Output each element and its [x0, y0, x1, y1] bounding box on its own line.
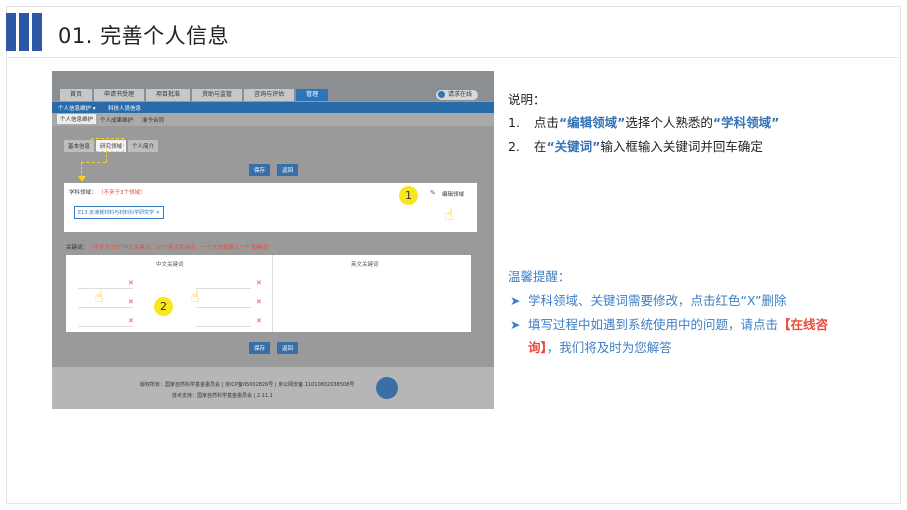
nav-tab-review[interactable]: 咨询与评估: [244, 89, 295, 101]
tab-profile[interactable]: 个人简介: [128, 140, 159, 152]
sub-nav-contract[interactable]: 准予合同: [142, 116, 164, 124]
online-consult-link[interactable]: 【在线咨: [778, 317, 828, 332]
tip-text: ，我们将及时为您解答: [546, 340, 672, 355]
subject-tag: E13.京津冀材料与材料科学研究学 ✕: [74, 206, 164, 219]
arrow-down-icon: [78, 176, 86, 182]
tip-item-2-cont: 询】，我们将及时为您解答: [528, 337, 672, 356]
hand-pointer-icon: ☝: [444, 205, 454, 224]
title-bars-decoration: [6, 13, 42, 51]
subject-tag-text: E13.京津冀材料与材料科学研究学: [78, 210, 155, 216]
note-text: 在: [533, 139, 547, 154]
screenshot-panel: 首页 申请书受理 项目批准 资助与监管 咨询与评估 管理 请求在线 个人信息维护…: [52, 71, 494, 409]
tip-text: 学科领域、关键词需要修改，点击红色“X”删除: [528, 293, 787, 308]
col-header-chinese: 中文关键词: [156, 262, 184, 268]
delete-x-icon[interactable]: ✕: [128, 317, 134, 325]
keyword-table: 中文关键词 英文关键词 ✕ ✕ ✕ ✕ ✕ ✕ ☝ ☝ 2: [66, 255, 471, 332]
note-number: 1.: [508, 115, 520, 130]
save-button-top[interactable]: 保存: [249, 164, 271, 176]
title-divider: [8, 57, 899, 58]
hand-pointer-icon: ☝: [190, 287, 200, 306]
keyword-input[interactable]: [196, 279, 251, 289]
nav-tab-funding[interactable]: 资助与监管: [192, 89, 243, 101]
arrow-right-icon: ➤: [510, 293, 521, 308]
notes-heading: 说明：: [508, 92, 546, 107]
delete-x-icon[interactable]: ✕: [128, 298, 134, 306]
column-divider: [272, 255, 273, 332]
keyword-input[interactable]: [196, 317, 251, 327]
note-highlight: “关键词”: [546, 139, 601, 154]
nav-tab-application[interactable]: 申请书受理: [94, 89, 145, 101]
online-consult-link[interactable]: 询】: [528, 340, 547, 355]
edit-domain-link[interactable]: 编辑领域: [442, 190, 464, 198]
return-button-top[interactable]: 返回: [277, 164, 299, 176]
subject-hint: （不多于3个领域）: [98, 190, 146, 196]
subject-label: 学科领域：: [69, 190, 97, 196]
note-highlight: “编辑领域”: [558, 115, 626, 130]
sub-bar: 个人信息维护 ▾ 科技人员信息: [52, 102, 494, 113]
online-help-button[interactable]: 请求在线: [435, 90, 478, 100]
keyword-input[interactable]: [196, 298, 251, 308]
sub-nav-personal-info[interactable]: 个人信息维护: [57, 114, 97, 124]
sub-nav-achievements[interactable]: 个人成果维护: [100, 116, 133, 124]
keyword-label: 关键词：: [66, 245, 89, 251]
tab-basic-info[interactable]: 基本信息: [64, 140, 95, 152]
hand-pointer-icon: ☝: [94, 287, 104, 306]
page-title: 01. 完善个人信息: [58, 24, 230, 48]
nav-tab-manage[interactable]: 管理: [296, 89, 329, 101]
col-header-english: 英文关键词: [351, 262, 379, 268]
delete-x-icon[interactable]: ✕: [256, 279, 262, 287]
note-item-2: 2. 在“关键词”输入框输入关键词并回车确定: [508, 136, 763, 155]
delete-x-icon[interactable]: ✕: [256, 298, 262, 306]
tip-item-1: ➤ 学科领域、关键词需要修改，点击红色“X”删除: [510, 290, 787, 309]
online-help-label: 请求在线: [447, 91, 472, 98]
tag-remove-icon[interactable]: ✕: [156, 210, 160, 216]
keyword-input[interactable]: [78, 279, 133, 289]
tips-heading: 温馨提醒：: [508, 269, 571, 284]
tip-text: 填写过程中如遇到系统使用中的问题，请点击: [528, 317, 779, 332]
sub-bar-item[interactable]: 科技人员信息: [108, 104, 141, 112]
step-marker-2: 2: [154, 297, 173, 316]
footer-logo: [376, 377, 398, 399]
note-text: 选择个人熟悉的: [625, 115, 713, 130]
delete-x-icon[interactable]: ✕: [128, 279, 134, 287]
dash-connector: [81, 162, 106, 163]
dash-connector: [106, 150, 107, 162]
save-button-bottom[interactable]: 保存: [249, 342, 271, 354]
nav-tab-approval[interactable]: 项目批准: [146, 89, 191, 101]
note-number: 2.: [508, 139, 520, 154]
footer-support: 技术支持：国家自然科学基金委员会 | 2.11.1: [172, 393, 273, 399]
arrow-right-icon: ➤: [510, 317, 521, 332]
keyword-input[interactable]: [78, 298, 133, 308]
pencil-icon[interactable]: ✎: [430, 189, 436, 197]
keyword-hint: （不多于20个中文关键词，20个英文关键词，一个文本框输入一个关键词）: [88, 245, 273, 251]
subject-field-panel: 学科领域： （不多于3个领域） E13.京津冀材料与材料科学研究学 ✕ 1 ✎ …: [64, 183, 477, 232]
sub-bar-menu[interactable]: 个人信息维护 ▾: [58, 104, 96, 112]
footer-copyright: 版权所有：国家自然科学基金委员会 | 京ICP备05002826号 | 京公网安…: [140, 382, 355, 388]
delete-x-icon[interactable]: ✕: [256, 317, 262, 325]
keyword-input[interactable]: [78, 317, 133, 327]
note-item-1: 1. 点击“编辑领域”选择个人熟悉的“学科领域”: [508, 112, 779, 131]
return-button-bottom[interactable]: 返回: [277, 342, 299, 354]
note-highlight: “学科领域”: [712, 115, 780, 130]
nav-tab-home[interactable]: 首页: [60, 89, 93, 101]
tip-item-2: ➤ 填写过程中如遇到系统使用中的问题，请点击【在线咨: [510, 314, 828, 333]
help-icon: [437, 91, 445, 98]
step-marker-1: 1: [399, 186, 418, 205]
nav-bar: 首页 申请书受理 项目批准 资助与监管 咨询与评估 管理 请求在线: [52, 71, 494, 101]
note-text: 点击: [533, 115, 559, 130]
footer: 版权所有：国家自然科学基金委员会 | 京ICP备05002826号 | 京公网安…: [52, 367, 494, 409]
note-text: 输入框输入关键词并回车确定: [600, 139, 763, 154]
highlight-box: [91, 138, 124, 152]
sub-nav: 个人信息维护 个人成果维护 准予合同: [52, 113, 494, 126]
